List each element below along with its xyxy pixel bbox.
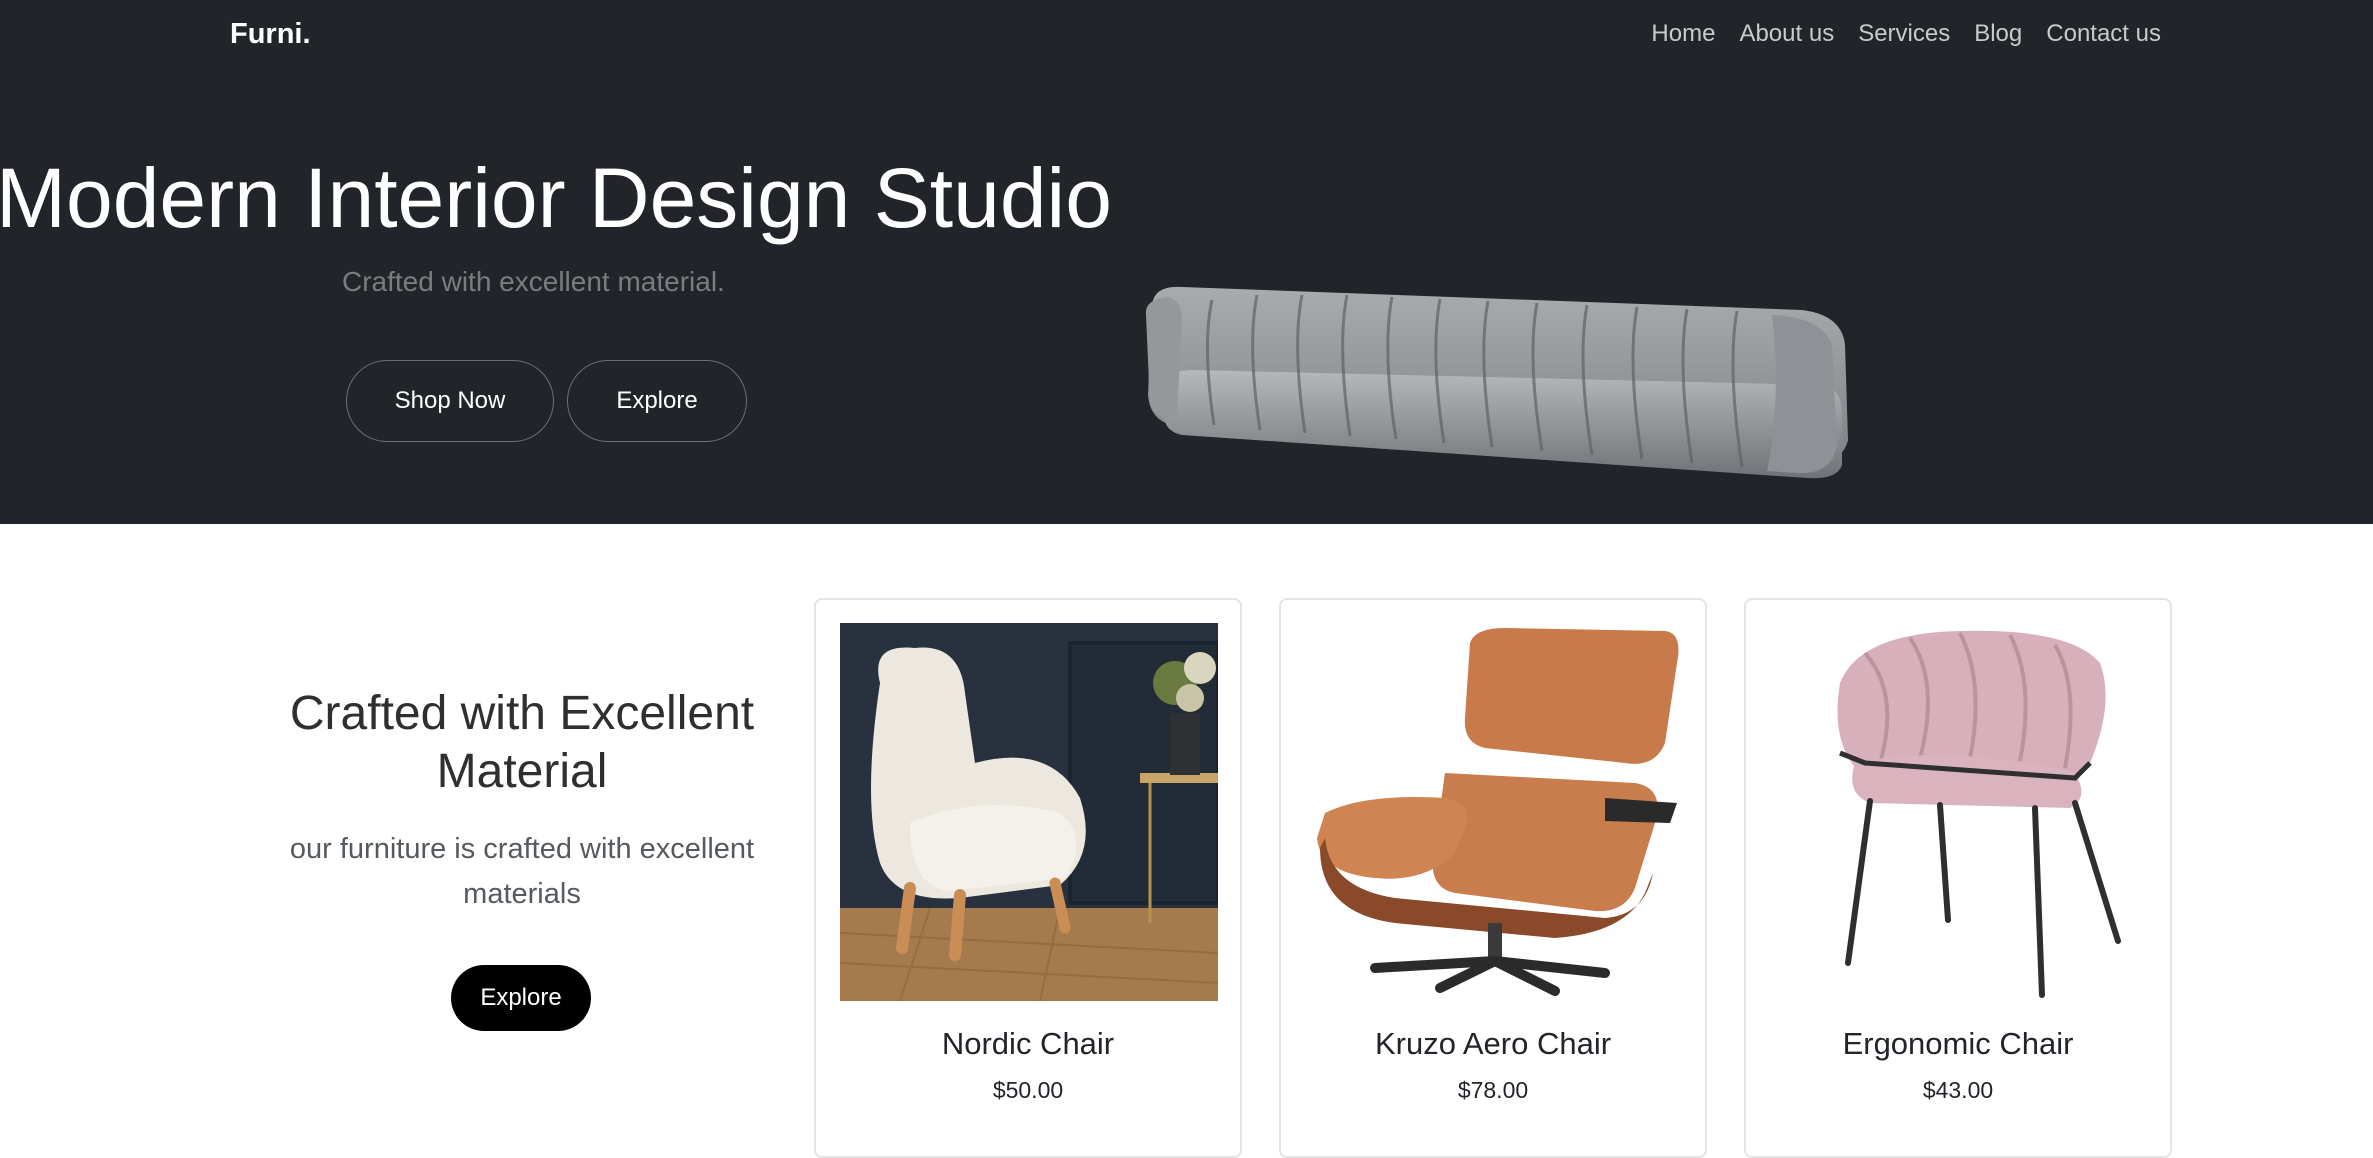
hero-title: Modern Interior Design Studio (0, 151, 1112, 245)
product-card-nordic-chair[interactable]: Nordic Chair $50.00 (814, 598, 1242, 1158)
product-name: Nordic Chair (941, 1026, 1115, 1061)
section-title: Crafted with Excellent Material (289, 687, 755, 798)
kruzo-aero-chair-image (1305, 623, 1683, 1001)
ergonomic-chair-image (1770, 623, 2148, 1001)
hero-section: Furni. Home About us Services Blog Conta… (0, 0, 2373, 524)
product-name: Kruzo Aero Chair (1374, 1026, 1612, 1061)
product-price: $50.00 (992, 1077, 1064, 1103)
nav-contact[interactable]: Contact us (2046, 20, 2161, 48)
nordic-chair-image (840, 623, 1218, 1001)
sofa-image (1145, 286, 1848, 479)
hero-subtitle: Crafted with excellent material. (342, 266, 725, 297)
hero-explore-button[interactable]: Explore (567, 360, 747, 442)
product-card-ergonomic-chair[interactable]: Ergonomic Chair $43.00 (1744, 598, 2172, 1158)
brand-logo[interactable]: Furni. (230, 18, 311, 51)
nav-home[interactable]: Home (1651, 20, 1715, 48)
nav-blog[interactable]: Blog (1974, 20, 2022, 48)
main-nav: Home About us Services Blog Contact us (1627, 20, 2161, 48)
product-price: $78.00 (1457, 1077, 1529, 1103)
nav-about[interactable]: About us (1739, 20, 1834, 48)
product-name: Ergonomic Chair (1842, 1026, 2074, 1061)
section-subtitle: our furniture is crafted with excellent … (289, 833, 755, 910)
product-price: $43.00 (1922, 1077, 1994, 1103)
product-card-kruzo-aero-chair[interactable]: Kruzo Aero Chair $78.00 (1279, 598, 1707, 1158)
shop-now-button[interactable]: Shop Now (346, 360, 554, 442)
nav-services[interactable]: Services (1858, 20, 1950, 48)
section-explore-button[interactable]: Explore (451, 965, 591, 1031)
